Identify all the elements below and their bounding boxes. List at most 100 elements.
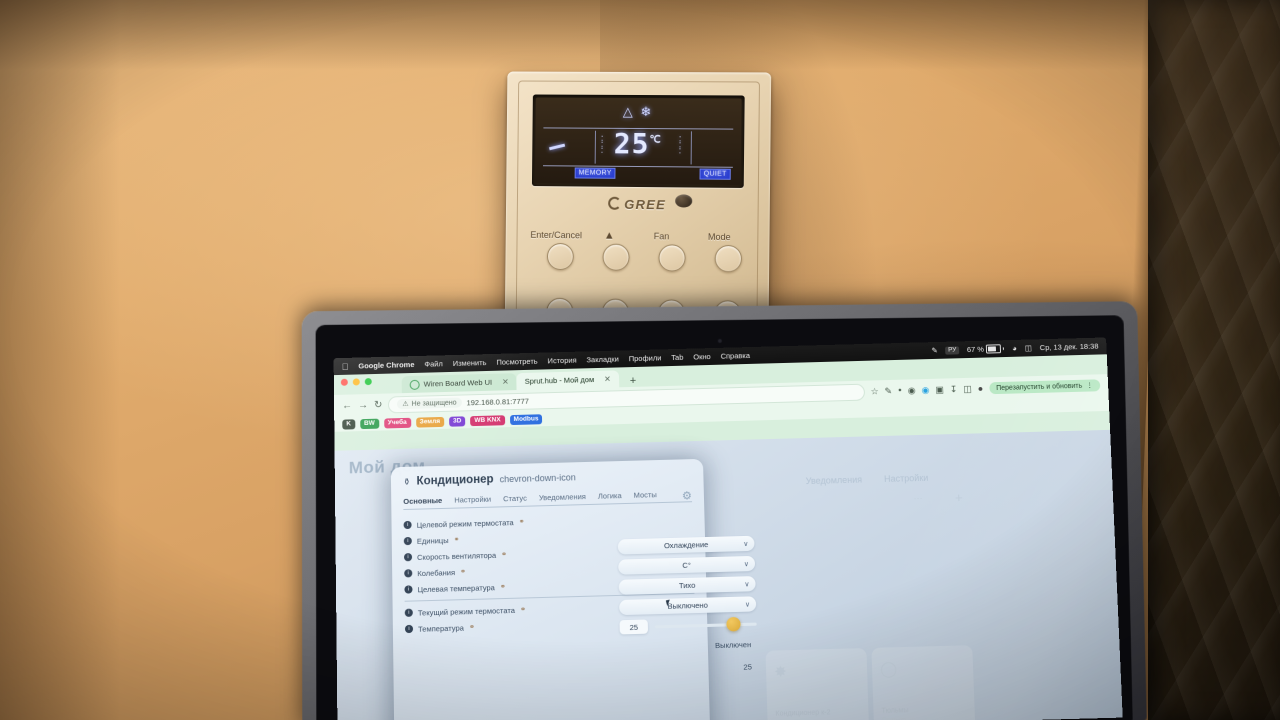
gear-icon[interactable]: ⚙	[682, 489, 692, 502]
warning-triangle-icon: ⚠	[402, 400, 409, 409]
bookmark-item[interactable]: K	[342, 418, 356, 430]
close-window-button[interactable]	[340, 378, 348, 386]
info-badge: i	[404, 569, 413, 578]
menu-app-name[interactable]: Google Chrome	[358, 360, 414, 370]
slider-thumb[interactable]	[725, 616, 741, 632]
input-source-indicator[interactable]: РУ	[945, 345, 960, 355]
menu-item-history[interactable]: История	[547, 356, 576, 366]
puzzle-icon[interactable]: ▣	[935, 384, 944, 395]
control-center-icon[interactable]: ◫	[1025, 343, 1032, 352]
telegram-icon[interactable]: ◉	[921, 384, 929, 395]
bookmark-item[interactable]: Земля	[415, 416, 445, 428]
menu-item-edit[interactable]: Изменить	[453, 358, 487, 368]
bookmark-item[interactable]: Учеба	[383, 417, 411, 428]
page-more-button[interactable]: ···	[913, 493, 922, 503]
pencil-icon[interactable]: ✎	[884, 385, 892, 396]
menu-item-window[interactable]: Окно	[693, 352, 711, 361]
menubar-clock[interactable]: Ср, 13 дек. 18:38	[1040, 342, 1099, 352]
bookmark-item[interactable]: Modbus	[509, 413, 543, 425]
button-fan[interactable]	[658, 244, 686, 272]
target-temperature-input[interactable]: 25	[619, 619, 649, 635]
info-badge: i	[403, 520, 412, 530]
back-icon[interactable]: ←	[342, 400, 352, 411]
menu-item-tab[interactable]: Tab	[671, 353, 683, 362]
bookmark-item[interactable]: WB KNX	[470, 414, 505, 426]
button-enter-cancel[interactable]	[546, 242, 574, 271]
close-tab-icon[interactable]: ✕	[502, 377, 509, 386]
tab-wiren-board[interactable]: Wiren Board Web UI ✕	[401, 373, 517, 394]
tab-nastroyki[interactable]: Настройки	[454, 495, 491, 505]
label-up: ▲	[603, 229, 615, 242]
button-up[interactable]	[602, 243, 630, 271]
bookmark-item[interactable]: BW	[359, 418, 379, 429]
page-tab-notifications[interactable]: Уведомления	[806, 475, 863, 487]
menu-item-help[interactable]: Справка	[720, 351, 750, 361]
lcd-temp-value: 25	[613, 126, 650, 161]
minimize-window-button[interactable]	[352, 378, 360, 386]
bookmark-item[interactable]: 3D	[448, 415, 466, 427]
tab-uvedomleniya[interactable]: Уведомления	[539, 492, 586, 502]
forward-icon[interactable]: →	[358, 400, 368, 411]
new-tab-button[interactable]: +	[625, 375, 642, 387]
select-units[interactable]: C° ∨	[618, 555, 756, 575]
link-icon[interactable]: ⚭	[460, 568, 466, 576]
menu-item-file[interactable]: Файл	[424, 359, 443, 368]
close-tab-icon[interactable]: ✕	[604, 375, 611, 384]
window-controls	[340, 378, 372, 386]
link-icon[interactable]: ⚭	[469, 623, 475, 631]
link-icon[interactable]: ⚭	[454, 536, 460, 544]
globe-icon[interactable]: ●	[978, 383, 984, 393]
tab-sprut-hub[interactable]: Sprut.hub - Мой дом ✕	[516, 370, 619, 391]
apple-logo-icon[interactable]: 	[342, 361, 349, 371]
bookmark-star-icon[interactable]: ☆	[870, 386, 878, 397]
security-label: Не защищено	[411, 399, 457, 408]
chrome-menu-icon[interactable]: ⋮	[1086, 381, 1093, 389]
link-icon[interactable]: ⚭	[501, 550, 507, 558]
tab-logika[interactable]: Логика	[598, 491, 622, 501]
label-mode: Mode	[707, 231, 731, 243]
tab-status[interactable]: Статус	[503, 494, 527, 504]
webcam	[717, 338, 722, 343]
target-temperature-row: 25	[619, 616, 757, 635]
dot-icon[interactable]: ●	[898, 388, 902, 394]
page-tab-settings[interactable]: Настройки	[884, 473, 929, 484]
property-label: Скорость вентилятора	[417, 550, 497, 562]
thermostat-lcd: △ ❄ ::: ::: 25℃ MEMORY QUIET	[531, 94, 745, 188]
tab-mosty[interactable]: Мосты	[634, 490, 657, 500]
maximize-window-button[interactable]	[364, 378, 372, 386]
lcd-temperature: 25℃	[543, 126, 733, 160]
property-label: Целевой режим термостата	[416, 517, 514, 530]
download-icon[interactable]: ↧	[950, 384, 958, 395]
button-mode[interactable]	[714, 244, 743, 273]
select-swing[interactable]: Выключено ∨	[619, 596, 757, 616]
menu-item-view[interactable]: Посмотреть	[496, 357, 537, 367]
laptop-bezel:  Google Chrome Файл Изменить Посмотреть…	[315, 315, 1133, 720]
shield-icon[interactable]: ◉	[908, 385, 916, 396]
select-fan-speed[interactable]: Тихо ∨	[618, 576, 756, 595]
wall-top-shading	[0, 0, 1280, 70]
menu-item-profiles[interactable]: Профили	[629, 353, 662, 363]
security-badge[interactable]: ⚠ Не защищено	[397, 397, 462, 410]
gree-logo-mark	[608, 196, 622, 210]
page-add-button[interactable]: +	[955, 490, 963, 505]
ir-receiver	[675, 194, 693, 208]
battery-indicator[interactable]: 67 %	[967, 344, 1005, 354]
link-icon[interactable]: ⚭	[500, 583, 506, 591]
link-icon[interactable]: ⚭	[519, 518, 525, 526]
menu-item-bookmarks[interactable]: Закладки	[586, 355, 619, 365]
tab-osnovnye[interactable]: Основные	[403, 496, 442, 506]
select-target-mode[interactable]: Охлаждение ∨	[617, 535, 755, 555]
pencil-icon[interactable]: ✎	[931, 346, 938, 355]
sidepanel-icon[interactable]: ◫	[963, 383, 972, 394]
background-card[interactable]: ✸ Кондиционер к-2 Выключено	[765, 648, 870, 720]
background-card[interactable]: ◯ Тюльмы Открыто	[871, 645, 976, 720]
card-title: Кондиционер к-2	[775, 709, 831, 718]
reload-icon[interactable]: ↻	[374, 399, 383, 410]
wifi-icon[interactable]: ◕	[1012, 344, 1017, 353]
target-temperature-slider[interactable]	[654, 616, 757, 634]
current-mode-value: Выключен	[714, 639, 752, 651]
link-icon[interactable]: ⚭	[520, 606, 526, 614]
restart-update-button[interactable]: Перезапустить и обновить ⋮	[988, 379, 1101, 395]
chevron-down-icon[interactable]: chevron-down-icon	[499, 472, 575, 484]
slider-track	[654, 622, 757, 628]
